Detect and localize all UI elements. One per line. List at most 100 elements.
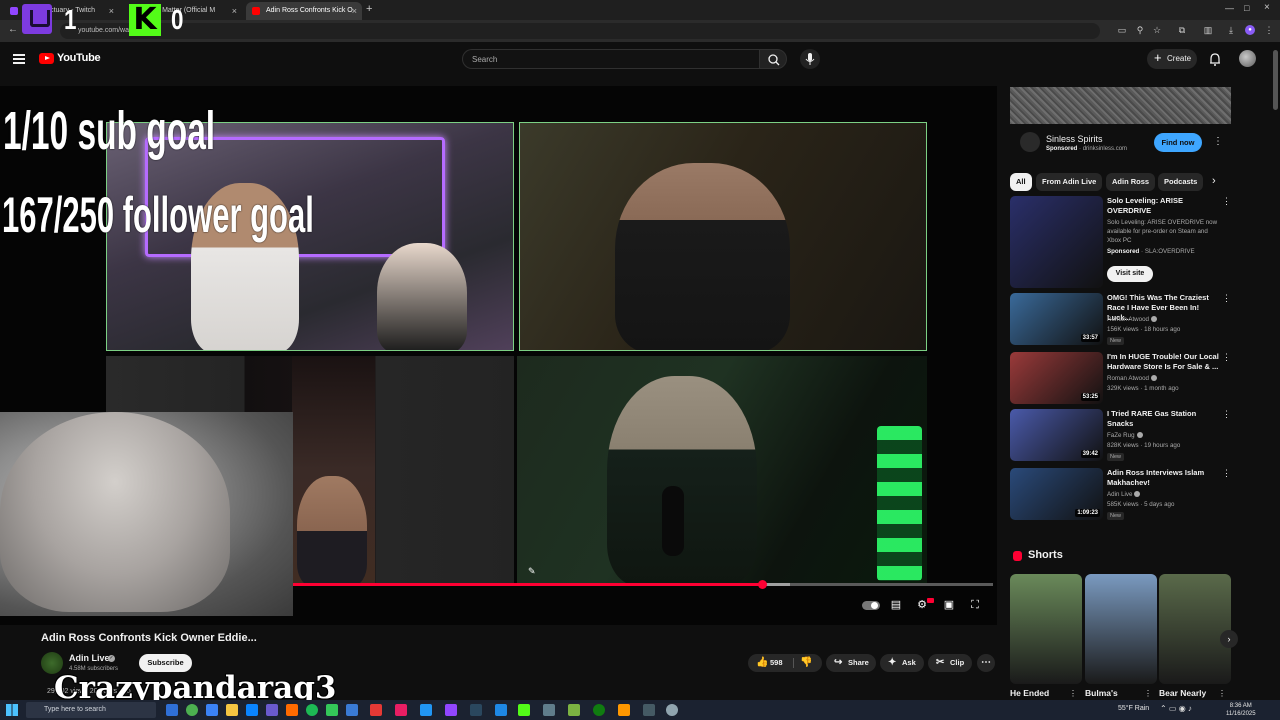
steam-icon[interactable] bbox=[470, 704, 482, 716]
recommendation-title[interactable]: Solo Leveling: ARISE OVERDRIVE bbox=[1107, 196, 1219, 216]
app-icon[interactable] bbox=[286, 704, 298, 716]
spotify-icon[interactable] bbox=[306, 704, 318, 716]
recommendation-item[interactable]: 33:57 OMG! This Was The Craziest Race I … bbox=[1010, 293, 1231, 346]
ad-more-icon[interactable]: ⋮ bbox=[1213, 136, 1223, 147]
short-title[interactable]: He Ended bbox=[1010, 688, 1049, 698]
recommendation-channel[interactable]: Roman Atwood bbox=[1107, 316, 1157, 323]
back-icon[interactable]: ← bbox=[8, 24, 18, 35]
more-options-icon[interactable]: ⋮ bbox=[1222, 468, 1231, 479]
clock[interactable]: 8:36 AM 11/16/2025 bbox=[1226, 702, 1256, 718]
chip-podcasts[interactable]: Podcasts bbox=[1158, 173, 1204, 191]
scrollbar-thumb[interactable] bbox=[1273, 50, 1278, 110]
app-icon[interactable] bbox=[326, 704, 338, 716]
youtube-logo-text[interactable]: YouTube bbox=[57, 52, 101, 64]
zoom-icon[interactable]: ⚲ bbox=[1135, 25, 1145, 35]
short-thumbnail[interactable] bbox=[1159, 574, 1231, 684]
close-tab-icon[interactable]: × bbox=[109, 2, 114, 20]
weather-widget[interactable]: 55°F Rain bbox=[1118, 705, 1149, 712]
maximize-icon[interactable]: □ bbox=[1244, 3, 1249, 13]
recommendation-thumbnail[interactable]: 1:09:23 bbox=[1010, 468, 1103, 520]
chevron-right-icon[interactable]: › bbox=[1220, 630, 1238, 648]
file-explorer-icon[interactable] bbox=[226, 704, 238, 716]
recommendation-channel[interactable]: Roman Atwood bbox=[1107, 375, 1157, 382]
short-thumbnail[interactable] bbox=[1010, 574, 1082, 684]
app-icon[interactable] bbox=[346, 704, 358, 716]
short-title[interactable]: Bear Nearly bbox=[1159, 688, 1206, 698]
clip-button[interactable]: ✂ Clip bbox=[928, 654, 972, 672]
sponsored-recommendation[interactable]: Solo Leveling: ARISE OVERDRIVE Solo Leve… bbox=[1010, 196, 1231, 288]
find-now-button[interactable]: Find now bbox=[1154, 133, 1202, 152]
recommendation-item[interactable]: 1:09:23 Adin Ross Interviews Islam Makha… bbox=[1010, 468, 1231, 521]
chip-adin-ross[interactable]: Adin Ross bbox=[1106, 173, 1156, 191]
short-thumbnail[interactable] bbox=[1085, 574, 1157, 684]
kick-icon[interactable] bbox=[518, 704, 530, 716]
recommendation-channel[interactable]: Adin Live bbox=[1107, 491, 1141, 498]
app-icon[interactable] bbox=[543, 704, 555, 716]
user-avatar[interactable] bbox=[1239, 50, 1256, 67]
thumbs-down-icon[interactable]: 👎 bbox=[800, 654, 812, 672]
recommendation-channel[interactable]: FaZe Rug bbox=[1107, 432, 1143, 439]
share-button[interactable]: ↪ Share bbox=[826, 654, 876, 672]
recommendation-item[interactable]: 53:25 I'm In HUGE Trouble! Our Local Har… bbox=[1010, 352, 1231, 405]
fullscreen-icon[interactable]: ⛶ bbox=[968, 598, 982, 612]
chip-from-adin-live[interactable]: From Adin Live bbox=[1036, 173, 1103, 191]
autoplay-toggle[interactable] bbox=[862, 601, 880, 610]
chevron-right-icon[interactable]: › bbox=[1212, 175, 1216, 187]
more-actions-button[interactable]: ⋯ bbox=[977, 654, 995, 672]
app-icon[interactable] bbox=[495, 704, 507, 716]
discord-icon[interactable] bbox=[266, 704, 278, 716]
recommendation-thumbnail[interactable] bbox=[1010, 196, 1103, 288]
tray-icons[interactable]: ⌃ ▭ ◉ ♪ bbox=[1160, 704, 1192, 713]
search-input[interactable]: Search bbox=[462, 49, 759, 69]
recommendation-thumbnail[interactable]: 39:42 bbox=[1010, 409, 1103, 461]
more-options-icon[interactable]: ⋮ bbox=[1144, 689, 1152, 698]
new-tab-icon[interactable]: + bbox=[366, 3, 372, 15]
xbox-icon[interactable] bbox=[593, 704, 605, 716]
captions-icon[interactable]: ▤ bbox=[889, 598, 903, 612]
chip-all[interactable]: All bbox=[1010, 173, 1032, 191]
visit-site-button[interactable]: Visit site bbox=[1107, 266, 1153, 282]
app-icon[interactable] bbox=[420, 704, 432, 716]
extensions-icon[interactable]: ⧉ bbox=[1177, 25, 1187, 35]
more-options-icon[interactable]: ⋮ bbox=[1222, 409, 1231, 420]
close-window-icon[interactable]: × bbox=[1264, 2, 1270, 13]
cast-icon[interactable]: ▭ bbox=[1117, 25, 1127, 35]
advertiser-logo[interactable] bbox=[1020, 132, 1040, 152]
ad-title[interactable]: Sinless Spirits bbox=[1046, 134, 1103, 144]
more-options-icon[interactable]: ⋮ bbox=[1222, 352, 1231, 363]
twitch-icon[interactable] bbox=[445, 704, 457, 716]
app-icon[interactable] bbox=[618, 704, 630, 716]
close-tab-icon[interactable]: × bbox=[352, 2, 357, 20]
miniplayer-icon[interactable]: ▣ bbox=[942, 598, 956, 612]
bookmark-star-icon[interactable]: ☆ bbox=[1152, 25, 1162, 35]
recommendation-item[interactable]: 39:42 I Tried RARE Gas Station Snacks Fa… bbox=[1010, 409, 1231, 462]
menu-icon[interactable] bbox=[13, 54, 25, 64]
more-options-icon[interactable]: ⋮ bbox=[1218, 689, 1226, 698]
store-icon[interactable] bbox=[246, 704, 258, 716]
settings-gear-icon[interactable] bbox=[666, 704, 678, 716]
downloads-icon[interactable]: ⤓ bbox=[1226, 25, 1236, 35]
ask-button[interactable]: ✦ Ask bbox=[880, 654, 924, 672]
voice-search-button[interactable] bbox=[800, 49, 820, 69]
sidebar-icon[interactable]: ▥ bbox=[1203, 25, 1213, 35]
like-count[interactable]: 598 bbox=[770, 654, 783, 672]
progress-bar[interactable] bbox=[293, 580, 993, 589]
minimize-icon[interactable]: — bbox=[1225, 3, 1234, 13]
profile-icon[interactable]: ● bbox=[1245, 25, 1255, 35]
youtube-logo-icon[interactable] bbox=[39, 53, 54, 64]
browser-tab-active[interactable]: Adin Ross Confronts Kick O × bbox=[246, 2, 362, 20]
recommendation-thumbnail[interactable]: 53:25 bbox=[1010, 352, 1103, 404]
app-icon[interactable] bbox=[370, 704, 382, 716]
notifications-bell-icon[interactable] bbox=[1209, 53, 1221, 66]
search-button[interactable] bbox=[759, 49, 787, 69]
close-tab-icon[interactable]: × bbox=[232, 2, 237, 20]
task-view-icon[interactable] bbox=[166, 704, 178, 716]
edge-icon[interactable] bbox=[206, 704, 218, 716]
recommendation-title[interactable]: I Tried RARE Gas Station Snacks bbox=[1107, 409, 1219, 429]
channel-name[interactable]: Adin Live bbox=[69, 653, 110, 663]
thumbs-up-icon[interactable]: 👍 bbox=[756, 654, 768, 672]
recommendation-thumbnail[interactable]: 33:57 bbox=[1010, 293, 1103, 345]
progress-scrubber-handle[interactable] bbox=[758, 580, 767, 589]
more-options-icon[interactable]: ⋮ bbox=[1069, 689, 1077, 698]
app-icon[interactable] bbox=[568, 704, 580, 716]
